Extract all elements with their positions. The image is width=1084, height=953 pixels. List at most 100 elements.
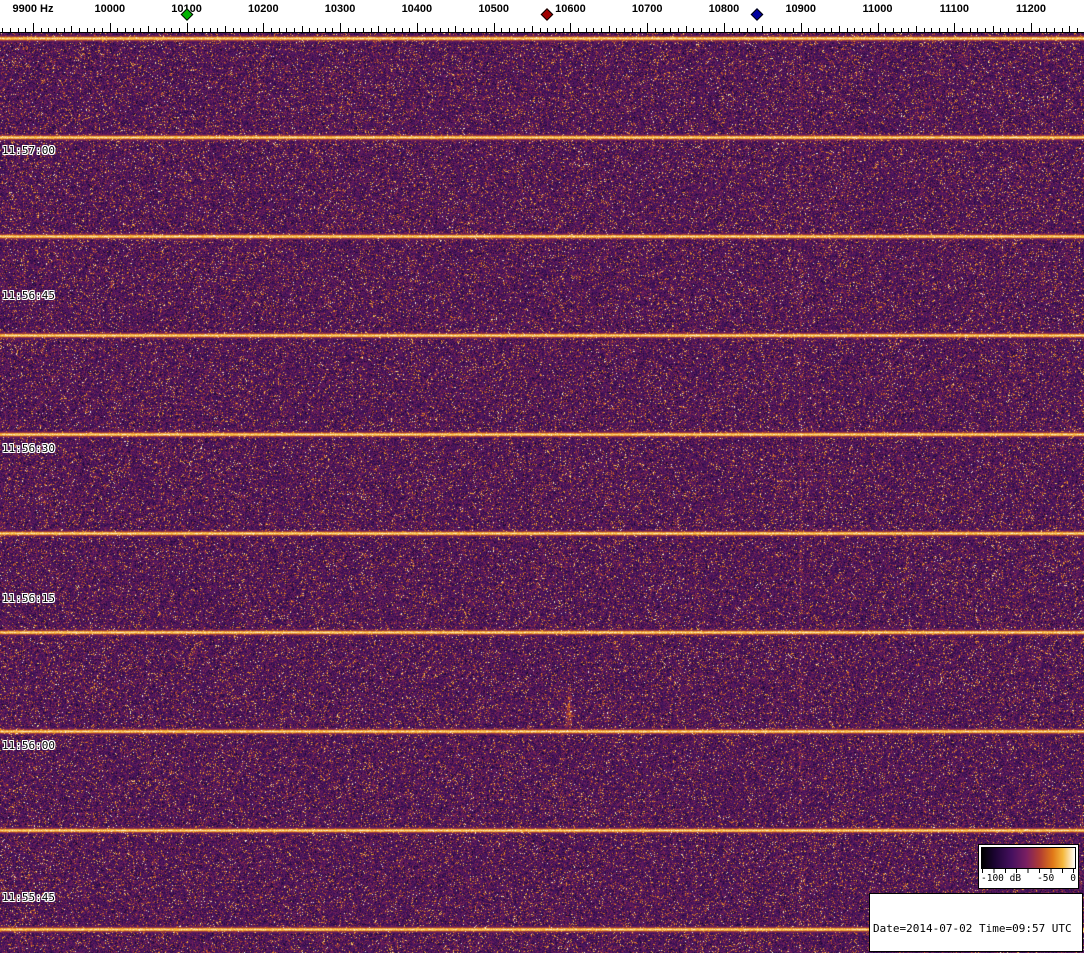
time-label: 11:56:45 [2,289,55,302]
ruler-tick [471,28,472,32]
ruler-tick [394,28,395,32]
ruler-tick [647,23,648,32]
ruler-tick [709,28,710,32]
ruler-tick [317,28,318,32]
ruler-tick [693,28,694,32]
ruler-tick-label: 11100 [939,3,969,15]
ruler-tick [1016,28,1017,32]
ruler-tick-label: 10600 [555,3,586,15]
ruler-tick [10,28,11,32]
ruler-tick-label: 10700 [631,3,663,15]
ruler-tick [947,28,948,32]
ruler-tick [785,28,786,32]
ruler-tick [271,28,272,32]
ruler-tick [931,28,932,32]
ruler-tick [1054,28,1055,32]
ruler-tick [294,28,295,32]
ruler-tick [110,23,111,32]
ruler-tick [716,28,717,32]
ruler-tick [263,23,264,32]
ruler-tick [570,23,571,32]
time-label: 11:57:00 [2,144,55,157]
ruler-tick [41,28,42,32]
ruler-tick [363,28,364,32]
ruler-tick [233,28,234,32]
ruler-tick [970,28,971,32]
ruler-tick [156,28,157,32]
ruler-tick [448,28,449,32]
spectrogram-window: 9900 Hz100001010010200103001040010500106… [0,0,1084,953]
ruler-tick [962,28,963,32]
ruler-tick [870,28,871,32]
colorbar-gradient [981,847,1076,869]
ruler-tick [2,28,3,32]
ruler-tick-label: 10500 [478,3,509,15]
ruler-tick [102,28,103,32]
ruler-tick [340,23,341,32]
status-info-box: Date=2014-07-02 Time=09:57 UTC Freq=143 … [869,893,1083,952]
ruler-tick [839,26,840,32]
ruler-tick-label: 10300 [324,3,356,15]
colorbar-labels: -100 dB -50 0 [979,873,1078,884]
ruler-tick [924,28,925,32]
time-label: 11:56:30 [2,442,55,455]
ruler-tick [939,28,940,32]
ruler-tick [302,26,303,32]
ruler-tick [831,28,832,32]
time-label: 11:56:00 [2,739,55,752]
info-date-time: Date=2014-07-02 Time=09:57 UTC [873,922,1072,935]
ruler-tick [1046,28,1047,32]
ruler-tick-label: 10900 [785,3,817,15]
ruler-tick [225,26,226,32]
ruler-tick [808,28,809,32]
ruler-tick [202,28,203,32]
ruler-tick [1008,28,1009,32]
red-frequency-marker[interactable] [541,8,554,21]
ruler-tick [686,26,687,32]
ruler-tick-label: 11000 [862,3,893,15]
ruler-tick [440,28,441,32]
colorbar-label-min: -100 dB [981,873,1022,884]
frequency-ruler: 9900 Hz100001010010200103001040010500106… [0,0,1084,33]
ruler-tick [954,23,955,32]
ruler-tick [240,28,241,32]
ruler-tick [1039,28,1040,32]
ruler-tick [908,28,909,32]
ruler-tick [87,28,88,32]
ruler-tick [409,28,410,32]
ruler-tick [140,28,141,32]
ruler-tick [463,28,464,32]
ruler-tick [747,28,748,32]
ruler-tick [417,23,418,32]
ruler-tick [547,28,548,32]
ruler-tick [432,28,433,32]
ruler-tick [486,28,487,32]
colorbar-label-max: 0 [1070,873,1076,884]
ruler-tick [985,28,986,32]
ruler-tick [640,28,641,32]
ruler-tick [601,28,602,32]
ruler-tick [755,28,756,32]
ruler-tick [670,28,671,32]
ruler-tick [425,28,426,32]
ruler-tick-label: 9900 Hz [12,3,54,15]
ruler-tick [624,28,625,32]
ruler-tick [524,28,525,32]
ruler-tick [701,28,702,32]
ruler-tick [286,28,287,32]
ruler-tick [1069,26,1070,32]
ruler-tick [309,28,310,32]
ruler-tick [148,26,149,32]
ruler-tick [778,28,779,32]
ruler-tick [56,28,57,32]
ruler-tick [1000,28,1001,32]
ruler-tick [609,26,610,32]
ruler-tick [256,28,257,32]
ruler-tick [793,28,794,32]
waterfall-canvas [0,33,1084,953]
ruler-tick [71,26,72,32]
ruler-tick [1077,28,1078,32]
ruler-tick [593,28,594,32]
blue-frequency-marker[interactable] [750,8,764,21]
colorbar: -100 dB -50 0 [978,844,1079,889]
